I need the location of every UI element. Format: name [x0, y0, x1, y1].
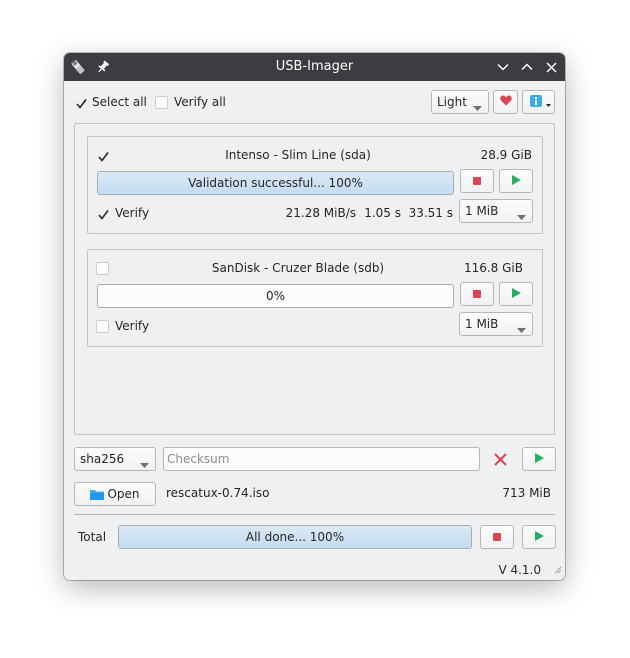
- heart-icon: [499, 95, 512, 109]
- select-all-checkbox[interactable]: [74, 96, 87, 109]
- verify-label: Verify: [115, 206, 150, 220]
- select-all-label: Select all: [92, 95, 147, 109]
- progress-text: Validation successful... 100%: [188, 176, 363, 190]
- device-name: Intenso - Slim Line (sda): [225, 148, 371, 162]
- device-name: SanDisk - Cruzer Blade (sdb): [211, 261, 385, 275]
- device-size: 28.9 GiB: [480, 148, 532, 162]
- checksum-input[interactable]: [163, 447, 480, 471]
- verify-all-label: Verify all: [174, 95, 226, 109]
- elapsed-time: 1.05 s: [364, 206, 401, 220]
- checksum-algorithm-select[interactable]: sha256: [74, 447, 156, 471]
- checksum-algorithm-value: sha256: [80, 452, 125, 466]
- maximize-icon[interactable]: [519, 59, 535, 75]
- theme-select[interactable]: Light: [431, 90, 489, 114]
- total-progress-bar: All done... 100%: [118, 525, 472, 549]
- info-icon: [529, 94, 542, 110]
- window-title: USB-Imager: [275, 59, 354, 74]
- chevron-down-icon: [473, 100, 482, 114]
- play-icon: [511, 174, 521, 188]
- stop-button[interactable]: [460, 282, 494, 306]
- chevron-down-icon: [517, 322, 526, 336]
- total-label: Total: [78, 530, 107, 544]
- stop-button[interactable]: [460, 169, 494, 193]
- verify-checkbox[interactable]: [96, 320, 109, 333]
- version-label: V 4.1.0: [498, 563, 541, 577]
- device-select-checkbox[interactable]: [96, 262, 109, 275]
- buffer-size-value: 1 MiB: [465, 204, 499, 218]
- title-bar: USB-Imager: [64, 53, 565, 81]
- donate-button[interactable]: [493, 90, 518, 114]
- theme-value: Light: [437, 95, 467, 109]
- open-button-label: Open: [107, 487, 140, 501]
- device-size: 116.8 GiB: [463, 261, 523, 275]
- play-icon: [534, 452, 544, 466]
- separator: [74, 514, 555, 515]
- device-list-panel: Intenso - Slim Line (sda) 28.9 GiB Valid…: [74, 123, 555, 435]
- stop-icon: [493, 533, 501, 541]
- verify-all-checkbox[interactable]: [155, 96, 168, 109]
- device-progress-bar: Validation successful... 100%: [97, 171, 454, 195]
- verify-checksum-button[interactable]: [522, 447, 556, 471]
- resize-grip-icon[interactable]: [554, 563, 562, 577]
- buffer-size-value: 1 MiB: [465, 317, 499, 331]
- buffer-size-select[interactable]: 1 MiB: [459, 312, 533, 336]
- write-button[interactable]: [499, 282, 533, 306]
- total-time: 33.51 s: [408, 206, 453, 220]
- play-icon: [534, 530, 544, 544]
- write-all-button[interactable]: [522, 525, 556, 549]
- device-select-checkbox[interactable]: [96, 149, 109, 162]
- folder-icon: [90, 489, 105, 500]
- progress-text: All done... 100%: [245, 530, 345, 544]
- device-card-sda: Intenso - Slim Line (sda) 28.9 GiB Valid…: [87, 136, 543, 234]
- menu-arrow-icon: [546, 96, 551, 110]
- minimize-icon[interactable]: [495, 59, 511, 75]
- stop-all-button[interactable]: [480, 525, 514, 549]
- about-button[interactable]: [522, 90, 555, 114]
- play-icon: [511, 287, 521, 301]
- stop-icon: [473, 177, 481, 185]
- app-window: USB-Imager Select all Verify all Light I…: [64, 53, 565, 580]
- stop-icon: [473, 290, 481, 298]
- buffer-size-select[interactable]: 1 MiB: [459, 199, 533, 223]
- write-button[interactable]: [499, 169, 533, 193]
- clear-icon[interactable]: [494, 453, 507, 469]
- device-card-sdb: SanDisk - Cruzer Blade (sdb) 116.8 GiB 0…: [87, 249, 543, 347]
- chevron-down-icon: [140, 457, 149, 471]
- verify-label: Verify: [115, 319, 150, 333]
- chevron-down-icon: [517, 209, 526, 223]
- close-icon[interactable]: [543, 59, 559, 75]
- speed-value: 21.28 MiB/s: [285, 206, 356, 220]
- device-progress-bar: 0%: [97, 284, 454, 308]
- verify-checkbox[interactable]: [96, 207, 109, 220]
- image-file-size: 713 MiB: [502, 486, 551, 500]
- progress-text: 0%: [265, 289, 286, 303]
- open-file-button[interactable]: Open: [74, 482, 156, 506]
- image-file-name: rescatux-0.74.iso: [166, 486, 270, 500]
